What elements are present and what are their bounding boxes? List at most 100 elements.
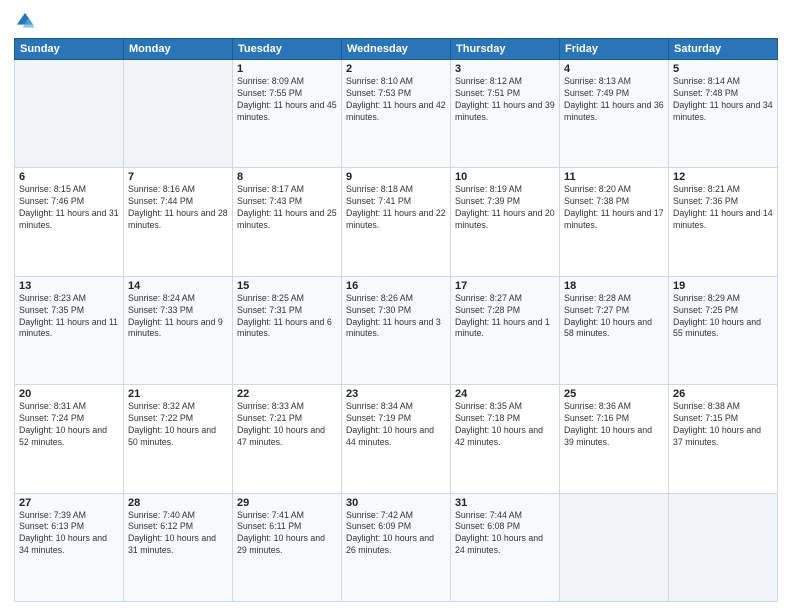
cell-info: Sunrise: 8:12 AM Sunset: 7:51 PM Dayligh… (455, 76, 555, 124)
cell-info: Sunrise: 8:33 AM Sunset: 7:21 PM Dayligh… (237, 401, 337, 449)
logo (14, 10, 38, 32)
cell-day-number: 4 (564, 63, 664, 75)
logo-icon (14, 10, 36, 32)
weekday-row: SundayMondayTuesdayWednesdayThursdayFrid… (15, 39, 778, 60)
cell-info: Sunrise: 8:29 AM Sunset: 7:25 PM Dayligh… (673, 293, 773, 341)
weekday-header-tuesday: Tuesday (233, 39, 342, 60)
weekday-header-monday: Monday (124, 39, 233, 60)
cell-day-number: 26 (673, 388, 773, 400)
calendar-header: SundayMondayTuesdayWednesdayThursdayFrid… (15, 39, 778, 60)
cell-day-number: 30 (346, 497, 446, 509)
cell-day-number: 16 (346, 280, 446, 292)
cell-day-number: 6 (19, 171, 119, 183)
calendar-cell: 4Sunrise: 8:13 AM Sunset: 7:49 PM Daylig… (560, 60, 669, 168)
cell-info: Sunrise: 8:21 AM Sunset: 7:36 PM Dayligh… (673, 184, 773, 232)
cell-day-number: 7 (128, 171, 228, 183)
cell-day-number: 9 (346, 171, 446, 183)
cell-info: Sunrise: 7:40 AM Sunset: 6:12 PM Dayligh… (128, 510, 228, 558)
cell-day-number: 2 (346, 63, 446, 75)
cell-day-number: 27 (19, 497, 119, 509)
calendar-table: SundayMondayTuesdayWednesdayThursdayFrid… (14, 38, 778, 602)
cell-day-number: 21 (128, 388, 228, 400)
calendar-cell: 16Sunrise: 8:26 AM Sunset: 7:30 PM Dayli… (342, 276, 451, 384)
calendar-cell: 30Sunrise: 7:42 AM Sunset: 6:09 PM Dayli… (342, 493, 451, 601)
cell-day-number: 29 (237, 497, 337, 509)
cell-day-number: 31 (455, 497, 555, 509)
calendar-cell (669, 493, 778, 601)
calendar-cell: 13Sunrise: 8:23 AM Sunset: 7:35 PM Dayli… (15, 276, 124, 384)
cell-day-number: 28 (128, 497, 228, 509)
cell-info: Sunrise: 7:39 AM Sunset: 6:13 PM Dayligh… (19, 510, 119, 558)
calendar-cell: 19Sunrise: 8:29 AM Sunset: 7:25 PM Dayli… (669, 276, 778, 384)
calendar-cell: 10Sunrise: 8:19 AM Sunset: 7:39 PM Dayli… (451, 168, 560, 276)
cell-info: Sunrise: 8:14 AM Sunset: 7:48 PM Dayligh… (673, 76, 773, 124)
calendar-cell: 6Sunrise: 8:15 AM Sunset: 7:46 PM Daylig… (15, 168, 124, 276)
calendar-cell: 20Sunrise: 8:31 AM Sunset: 7:24 PM Dayli… (15, 385, 124, 493)
weekday-header-wednesday: Wednesday (342, 39, 451, 60)
cell-info: Sunrise: 8:27 AM Sunset: 7:28 PM Dayligh… (455, 293, 555, 341)
cell-info: Sunrise: 8:35 AM Sunset: 7:18 PM Dayligh… (455, 401, 555, 449)
calendar-cell: 17Sunrise: 8:27 AM Sunset: 7:28 PM Dayli… (451, 276, 560, 384)
cell-info: Sunrise: 8:18 AM Sunset: 7:41 PM Dayligh… (346, 184, 446, 232)
cell-info: Sunrise: 8:19 AM Sunset: 7:39 PM Dayligh… (455, 184, 555, 232)
calendar-week-3: 20Sunrise: 8:31 AM Sunset: 7:24 PM Dayli… (15, 385, 778, 493)
cell-day-number: 17 (455, 280, 555, 292)
calendar-cell (560, 493, 669, 601)
calendar-week-1: 6Sunrise: 8:15 AM Sunset: 7:46 PM Daylig… (15, 168, 778, 276)
calendar-cell: 2Sunrise: 8:10 AM Sunset: 7:53 PM Daylig… (342, 60, 451, 168)
cell-day-number: 24 (455, 388, 555, 400)
calendar-cell: 1Sunrise: 8:09 AM Sunset: 7:55 PM Daylig… (233, 60, 342, 168)
cell-day-number: 14 (128, 280, 228, 292)
calendar-cell: 26Sunrise: 8:38 AM Sunset: 7:15 PM Dayli… (669, 385, 778, 493)
calendar-cell: 31Sunrise: 7:44 AM Sunset: 6:08 PM Dayli… (451, 493, 560, 601)
calendar-week-4: 27Sunrise: 7:39 AM Sunset: 6:13 PM Dayli… (15, 493, 778, 601)
cell-info: Sunrise: 8:31 AM Sunset: 7:24 PM Dayligh… (19, 401, 119, 449)
calendar-cell: 8Sunrise: 8:17 AM Sunset: 7:43 PM Daylig… (233, 168, 342, 276)
cell-info: Sunrise: 8:24 AM Sunset: 7:33 PM Dayligh… (128, 293, 228, 341)
calendar-cell: 11Sunrise: 8:20 AM Sunset: 7:38 PM Dayli… (560, 168, 669, 276)
cell-day-number: 5 (673, 63, 773, 75)
calendar-cell: 25Sunrise: 8:36 AM Sunset: 7:16 PM Dayli… (560, 385, 669, 493)
cell-day-number: 15 (237, 280, 337, 292)
calendar-cell: 24Sunrise: 8:35 AM Sunset: 7:18 PM Dayli… (451, 385, 560, 493)
cell-day-number: 13 (19, 280, 119, 292)
cell-day-number: 8 (237, 171, 337, 183)
cell-info: Sunrise: 8:17 AM Sunset: 7:43 PM Dayligh… (237, 184, 337, 232)
cell-day-number: 19 (673, 280, 773, 292)
cell-day-number: 10 (455, 171, 555, 183)
cell-day-number: 25 (564, 388, 664, 400)
cell-info: Sunrise: 7:44 AM Sunset: 6:08 PM Dayligh… (455, 510, 555, 558)
weekday-header-friday: Friday (560, 39, 669, 60)
weekday-header-saturday: Saturday (669, 39, 778, 60)
weekday-header-thursday: Thursday (451, 39, 560, 60)
cell-info: Sunrise: 8:10 AM Sunset: 7:53 PM Dayligh… (346, 76, 446, 124)
cell-info: Sunrise: 8:09 AM Sunset: 7:55 PM Dayligh… (237, 76, 337, 124)
calendar-cell (124, 60, 233, 168)
cell-day-number: 20 (19, 388, 119, 400)
cell-info: Sunrise: 8:34 AM Sunset: 7:19 PM Dayligh… (346, 401, 446, 449)
calendar-cell: 27Sunrise: 7:39 AM Sunset: 6:13 PM Dayli… (15, 493, 124, 601)
cell-day-number: 18 (564, 280, 664, 292)
calendar-cell (15, 60, 124, 168)
calendar-cell: 14Sunrise: 8:24 AM Sunset: 7:33 PM Dayli… (124, 276, 233, 384)
cell-info: Sunrise: 8:32 AM Sunset: 7:22 PM Dayligh… (128, 401, 228, 449)
cell-info: Sunrise: 7:42 AM Sunset: 6:09 PM Dayligh… (346, 510, 446, 558)
cell-info: Sunrise: 8:15 AM Sunset: 7:46 PM Dayligh… (19, 184, 119, 232)
weekday-header-sunday: Sunday (15, 39, 124, 60)
cell-info: Sunrise: 8:20 AM Sunset: 7:38 PM Dayligh… (564, 184, 664, 232)
cell-info: Sunrise: 8:13 AM Sunset: 7:49 PM Dayligh… (564, 76, 664, 124)
calendar-week-0: 1Sunrise: 8:09 AM Sunset: 7:55 PM Daylig… (15, 60, 778, 168)
cell-info: Sunrise: 8:26 AM Sunset: 7:30 PM Dayligh… (346, 293, 446, 341)
cell-day-number: 1 (237, 63, 337, 75)
calendar-cell: 28Sunrise: 7:40 AM Sunset: 6:12 PM Dayli… (124, 493, 233, 601)
calendar-cell: 5Sunrise: 8:14 AM Sunset: 7:48 PM Daylig… (669, 60, 778, 168)
calendar-body: 1Sunrise: 8:09 AM Sunset: 7:55 PM Daylig… (15, 60, 778, 602)
calendar-cell: 12Sunrise: 8:21 AM Sunset: 7:36 PM Dayli… (669, 168, 778, 276)
page: SundayMondayTuesdayWednesdayThursdayFrid… (0, 0, 792, 612)
calendar-cell: 7Sunrise: 8:16 AM Sunset: 7:44 PM Daylig… (124, 168, 233, 276)
cell-info: Sunrise: 8:38 AM Sunset: 7:15 PM Dayligh… (673, 401, 773, 449)
cell-info: Sunrise: 7:41 AM Sunset: 6:11 PM Dayligh… (237, 510, 337, 558)
calendar-cell: 18Sunrise: 8:28 AM Sunset: 7:27 PM Dayli… (560, 276, 669, 384)
header (14, 10, 778, 32)
calendar-cell: 23Sunrise: 8:34 AM Sunset: 7:19 PM Dayli… (342, 385, 451, 493)
